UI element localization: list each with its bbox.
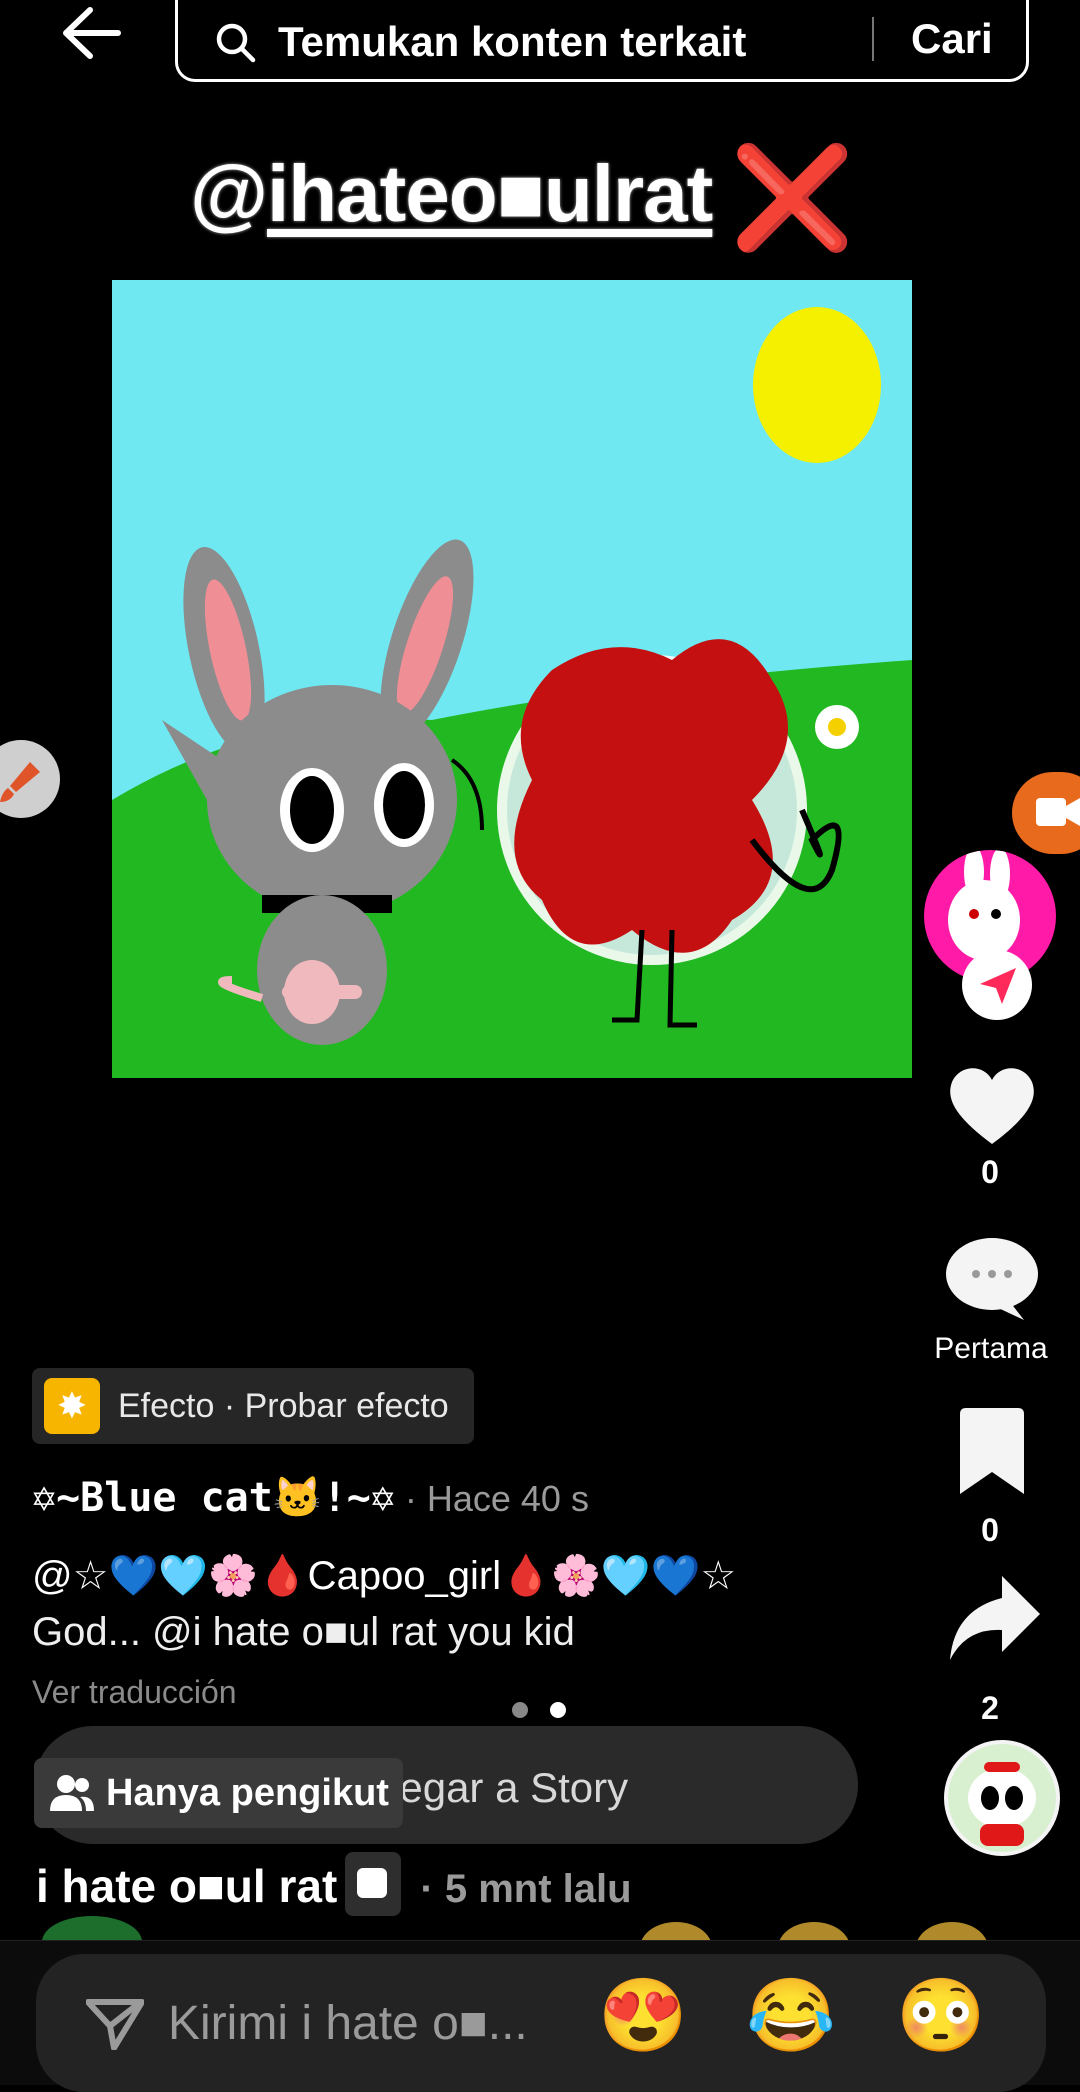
effect-chip[interactable]: ✸ Efecto · Probar efecto [32,1368,474,1444]
music-disc[interactable] [944,1740,1060,1856]
camera-icon[interactable] [1012,772,1080,854]
brush-icon[interactable] [0,740,60,818]
save-count: 0 [981,1512,999,1548]
comment-label: Pertama [934,1332,1048,1365]
post-author[interactable]: ✡~Blue cat🐱!~✡ · Hace 40 s [32,1474,589,1521]
red-blob [514,639,788,953]
reply-placeholder: Kirimi i hate o■... [168,1997,528,2050]
effect-label: Efecto · Probar efecto [118,1386,449,1425]
caption-line-2: God... @i hate o■ul rat you kid [32,1610,575,1654]
translate-link[interactable]: Ver traducción [32,1674,237,1711]
reply-input[interactable]: Kirimi i hate o■... 😍 😂 😳 [36,1954,1046,2092]
followers-only-chip[interactable]: Hanya pengikut [34,1758,403,1828]
video-frame[interactable] [112,280,912,1078]
author-name: ✡~Blue cat🐱!~✡ [32,1475,395,1521]
follow-button[interactable] [962,950,1032,1020]
search-icon [216,23,256,63]
caption-line-1: @☆💙🩵🌸🩸Capoo_girl🩸🌸🩵💙☆ [32,1554,737,1598]
next-item-peek [42,1916,988,1942]
laughing-emoji-button[interactable]: 😂 [746,1980,836,2052]
search-box[interactable]: Temukan konten terkait Cari [175,0,1029,82]
share-icon[interactable] [946,1570,1042,1666]
pager-dot [512,1702,528,1718]
followers-only-label: Hanya pengikut [106,1771,389,1814]
pager-dots [512,1702,588,1723]
share-count: 2 [981,1690,999,1726]
flushed-emoji-button[interactable]: 😳 [896,1980,986,2052]
comment-icon[interactable] [944,1236,1040,1322]
heart-icon[interactable] [944,1060,1040,1150]
red-x-mark: ❌ [730,142,855,254]
bookmark-icon[interactable] [956,1408,1028,1498]
handle-underlined: ihateo■ulrat [267,149,713,238]
video-handle-text: @ihateo■ulrat [190,148,713,240]
search-button[interactable]: Cari [911,15,993,63]
search-divider [872,17,874,61]
like-count: 0 [981,1154,999,1190]
heart-eyes-emoji-button[interactable]: 😍 [598,1980,688,2052]
search-placeholder: Temukan konten terkait [278,18,747,65]
handle-prefix: @ [190,149,268,238]
back-arrow-icon[interactable] [58,2,128,64]
sun [753,307,881,463]
send-icon [86,1999,144,2050]
post-time: · Hace 40 s [394,1478,589,1519]
effect-icon: ✸ [44,1378,100,1434]
pager-dot-active [550,1702,566,1718]
people-icon [50,1775,94,1811]
